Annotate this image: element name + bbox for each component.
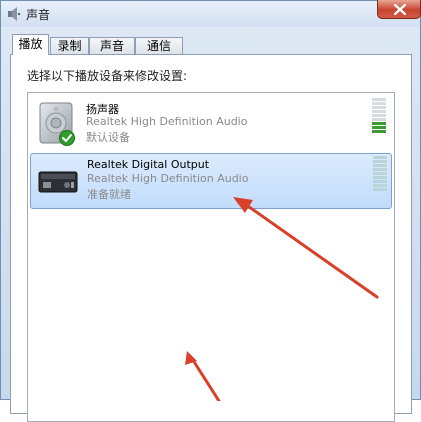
default-check-icon <box>59 130 75 146</box>
device-driver: Realtek High Definition Audio <box>86 115 248 128</box>
device-item-speakers[interactable]: 扬声器 Realtek High Definition Audio 默认设备 <box>30 96 392 152</box>
window-title: 声音 <box>26 8 51 22</box>
playback-device-list[interactable]: 扬声器 Realtek High Definition Audio 默认设备 R… <box>27 92 395 422</box>
volume-meter <box>372 98 386 134</box>
digital-output-icon <box>38 171 78 193</box>
tab-sounds[interactable]: 声音 <box>89 37 135 54</box>
speaker-title-icon <box>8 7 21 21</box>
device-name: Realtek Digital Output <box>87 158 210 171</box>
close-icon <box>394 4 406 15</box>
tab-recording[interactable]: 录制 <box>50 37 89 54</box>
close-button[interactable] <box>377 0 421 19</box>
volume-meter <box>373 156 387 192</box>
playback-panel: 选择以下播放设备来修改设置: 扬声器 Realtek High Definiti… <box>10 54 412 422</box>
device-driver: Realtek High Definition Audio <box>87 172 249 185</box>
device-item-digital-output[interactable]: Realtek Digital Output Realtek High Defi… <box>30 153 392 209</box>
instruction-label: 选择以下播放设备来修改设置: <box>27 69 188 83</box>
tab-playback[interactable]: 播放 <box>12 34 49 55</box>
tab-communications[interactable]: 通信 <box>135 37 183 54</box>
sound-dialog: 声音 播放 录制 声音 通信 选择以下播放设备来修改设置: 扬声器 Realte… <box>0 0 421 422</box>
title-bar[interactable]: 声音 <box>1 0 421 27</box>
device-status: 准备就绪 <box>87 188 131 201</box>
device-status: 默认设备 <box>86 131 130 144</box>
